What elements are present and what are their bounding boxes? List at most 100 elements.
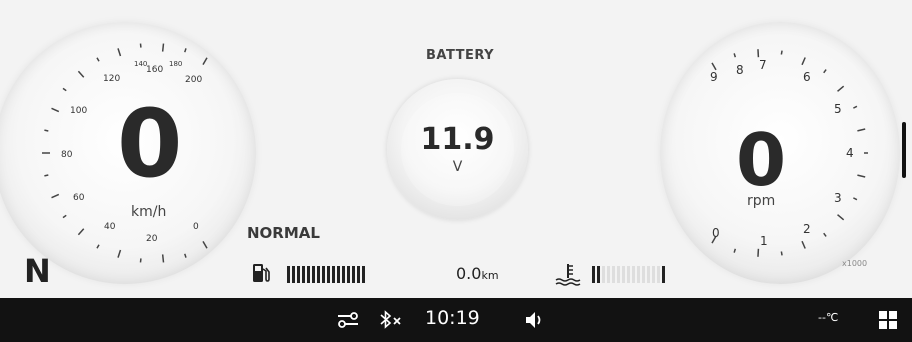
gauge-tick [733, 53, 737, 58]
level-bar [292, 266, 295, 283]
page-scroll-indicator[interactable] [902, 122, 906, 178]
battery-title: BATTERY [426, 48, 495, 63]
level-bar [352, 266, 355, 283]
coolant-temp-icon [555, 264, 581, 286]
gauge-tick [184, 48, 187, 53]
level-bar [662, 266, 665, 283]
clock: 10:19 [425, 307, 480, 329]
level-bar [347, 266, 350, 283]
speed-tick-40: 40 [104, 222, 116, 232]
level-bar [642, 266, 645, 283]
level-bar [322, 266, 325, 283]
speed-tick-100: 100 [70, 106, 88, 116]
speed-tick-20: 20 [146, 234, 158, 244]
fuel-level-bars [287, 266, 365, 283]
rpm-value: 0 [736, 118, 787, 202]
rpm-unit: rpm [747, 193, 776, 209]
gauge-tick [96, 244, 100, 249]
gauge-tick [44, 174, 49, 177]
gauge-tick [857, 174, 866, 178]
rpm-multiplier: x1000 [842, 259, 868, 268]
level-bar [637, 266, 640, 283]
gauge-tick [711, 62, 717, 71]
gauge-tick [51, 107, 60, 113]
gauge-tick [51, 193, 60, 199]
rpm-tick-6: 6 [803, 70, 811, 84]
level-bar [337, 266, 340, 283]
gauge-tick [77, 70, 85, 78]
gauge-tick [77, 228, 85, 236]
rpm-tick-7: 7 [759, 58, 767, 72]
level-bar [357, 266, 360, 283]
level-bar [647, 266, 650, 283]
level-bar [327, 266, 330, 283]
gauge-tick [44, 129, 49, 132]
speed-value: 0 [117, 90, 183, 199]
gauge-tick [161, 254, 165, 263]
gauge-tick [202, 240, 208, 249]
outside-temp: --℃ [818, 311, 839, 324]
status-bar: 10:19 --℃ [0, 298, 912, 342]
gear-indicator: N [24, 252, 51, 290]
speed-tick-80: 80 [61, 150, 73, 160]
level-bar [597, 266, 600, 283]
level-bar [632, 266, 635, 283]
speed-tick-120: 120 [103, 74, 121, 84]
gauge-tick [801, 240, 806, 249]
gauge-tick [780, 50, 783, 55]
gauge-tick [62, 87, 67, 92]
gauge-tick [823, 232, 827, 237]
gauge-tick [853, 197, 858, 201]
rpm-tick-0: 0 [712, 226, 720, 240]
instrument-cluster: 0 20 40 60 80 100 120 140 160 180 200 0 … [0, 0, 912, 298]
level-bar [302, 266, 305, 283]
level-bar [312, 266, 315, 283]
speed-tick-180: 180 [169, 60, 183, 68]
rpm-tick-5: 5 [834, 102, 842, 116]
level-bar [332, 266, 335, 283]
gauge-tick [62, 214, 67, 219]
level-bar [602, 266, 605, 283]
level-bar [317, 266, 320, 283]
level-bar [617, 266, 620, 283]
gauge-tick [96, 57, 100, 62]
level-bar [652, 266, 655, 283]
gauge-tick [857, 128, 866, 132]
level-bar [342, 266, 345, 283]
bluetooth-off-icon[interactable] [378, 309, 406, 331]
level-bar [622, 266, 625, 283]
gauge-tick [184, 253, 187, 258]
odometer-unit: km [481, 269, 499, 282]
rpm-tick-8: 8 [736, 63, 744, 77]
rpm-tick-4: 4 [846, 146, 854, 160]
coolant-level-bars [592, 266, 665, 283]
level-bar [297, 266, 300, 283]
connection-icon[interactable] [337, 311, 359, 329]
battery-gauge: 11.9 V [387, 79, 528, 220]
speed-tick-60: 60 [73, 193, 85, 203]
gauge-tick [117, 48, 122, 57]
gauge-tick [202, 57, 208, 66]
odometer: 0.0km [456, 264, 499, 283]
level-bar [362, 266, 365, 283]
speed-unit: km/h [131, 204, 167, 220]
rpm-tick-3: 3 [834, 191, 842, 205]
gauge-tick [801, 57, 806, 66]
speed-tick-200: 200 [185, 75, 203, 85]
gauge-tick [853, 105, 858, 109]
level-bar [657, 266, 660, 283]
gauge-tick [823, 69, 827, 74]
level-bar [607, 266, 610, 283]
rpm-tick-2: 2 [803, 222, 811, 236]
grid-menu-icon[interactable] [878, 310, 898, 330]
gauge-tick [117, 249, 122, 258]
level-bar [627, 266, 630, 283]
gauge-tick [733, 248, 737, 253]
volume-icon[interactable] [524, 310, 546, 330]
gauge-tick [780, 251, 783, 256]
speed-tick-160: 160 [146, 65, 164, 75]
level-bar [612, 266, 615, 283]
level-bar [287, 266, 290, 283]
gauge-tick [837, 85, 845, 92]
fuel-pump-icon [253, 264, 270, 282]
